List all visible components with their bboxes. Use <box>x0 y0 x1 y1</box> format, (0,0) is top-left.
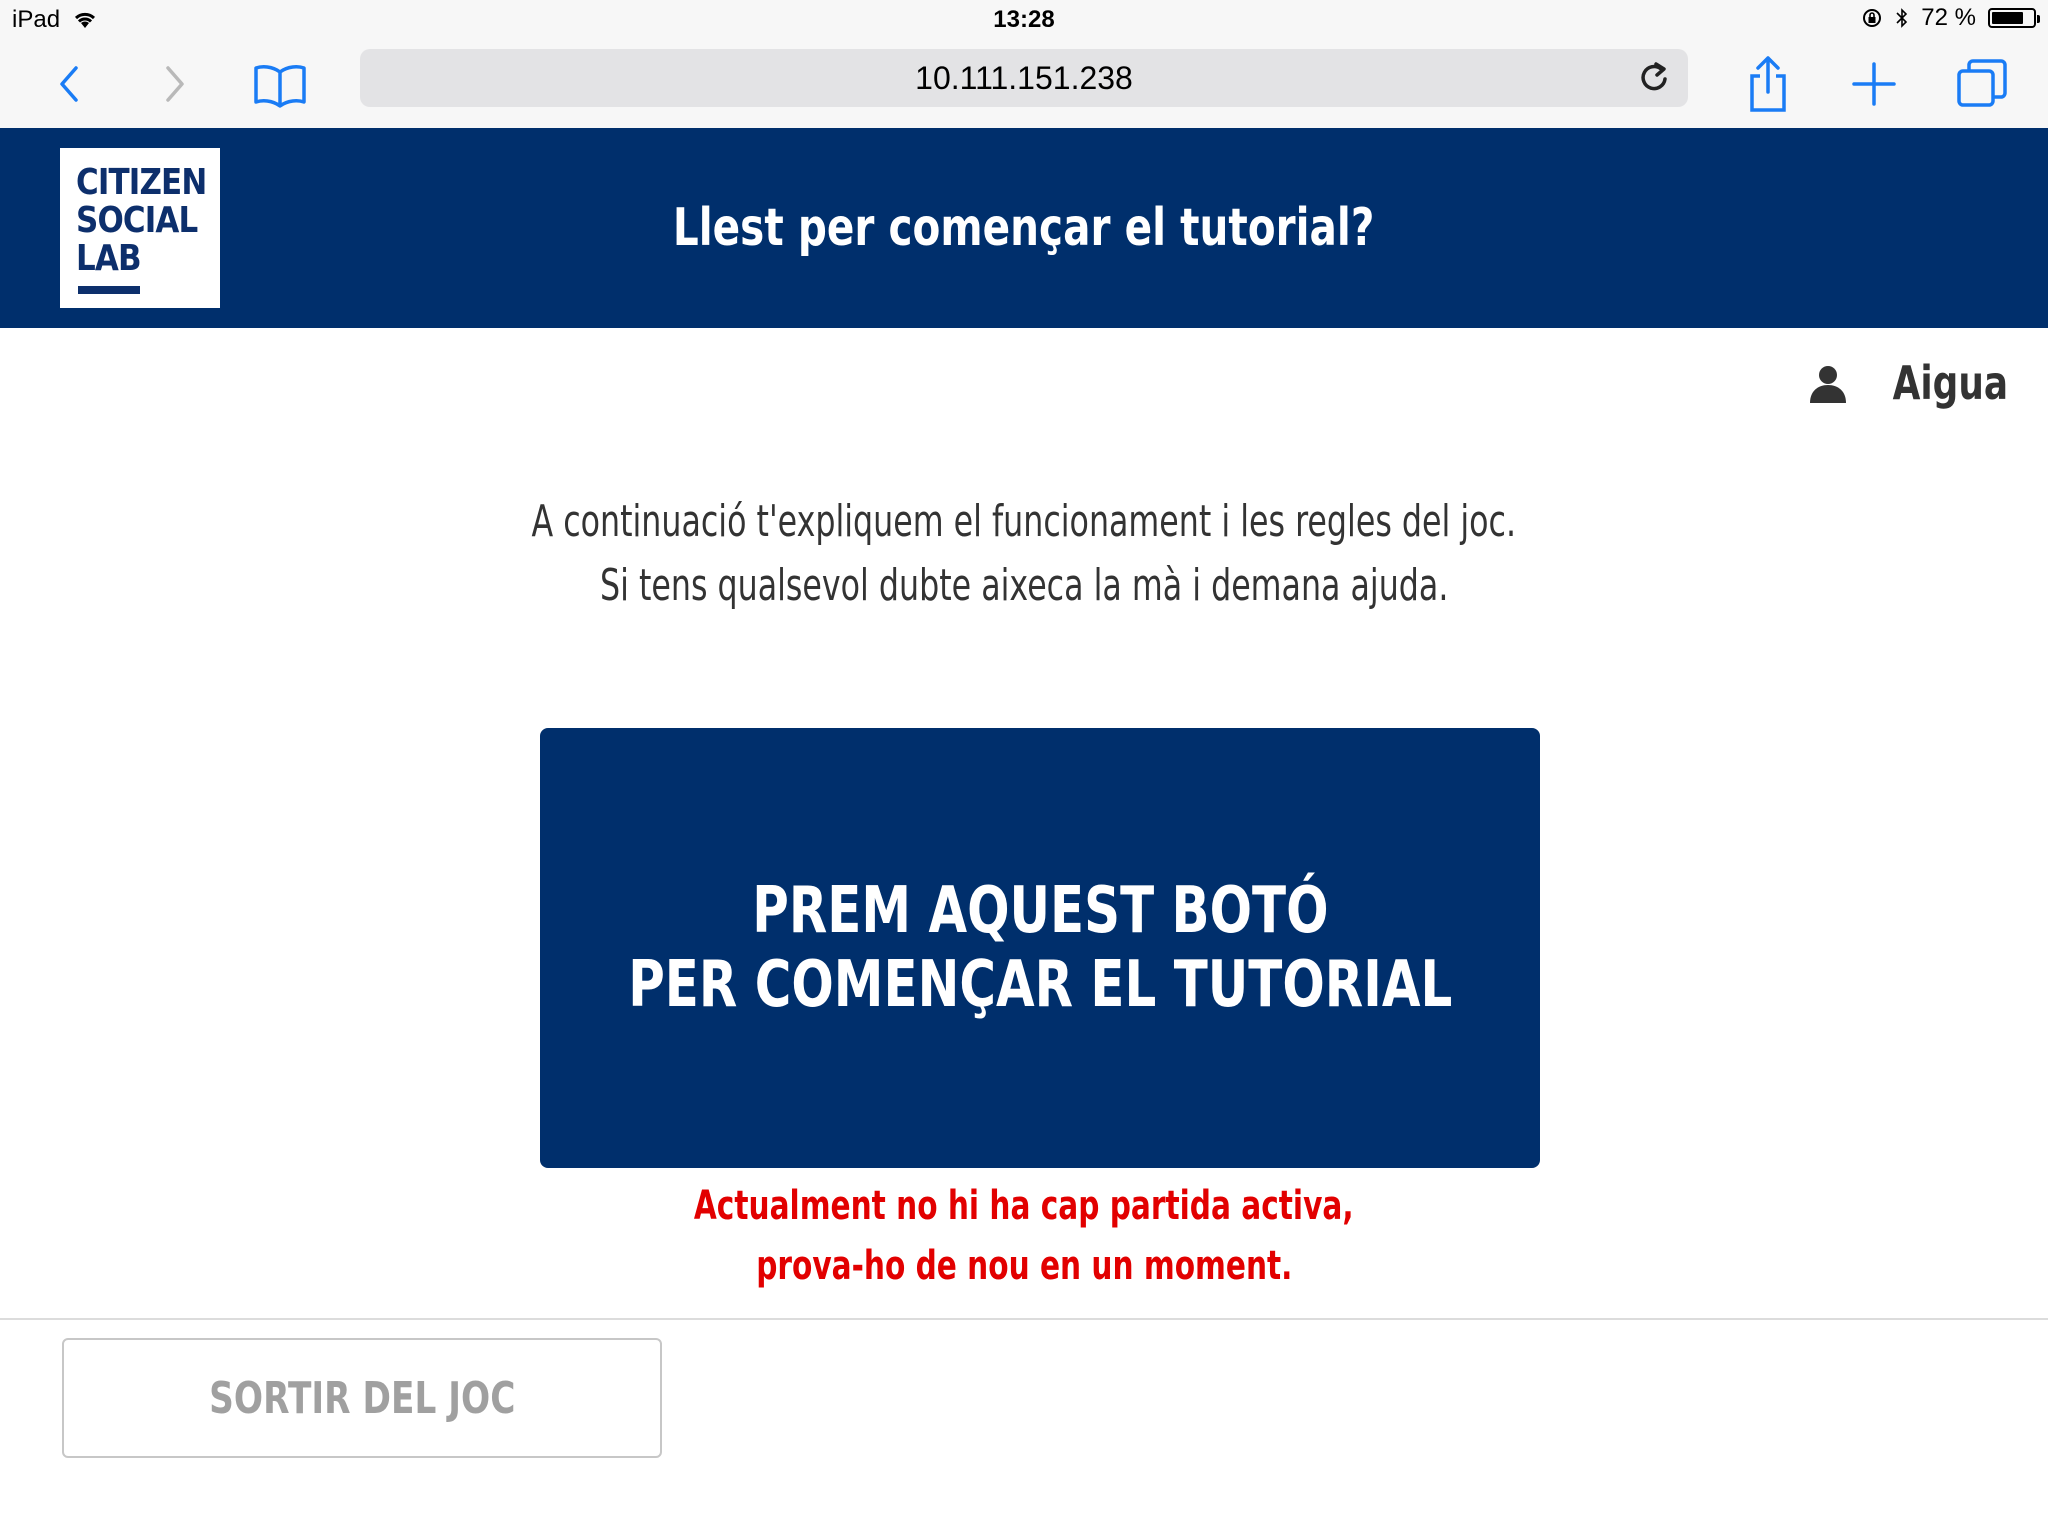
logo-underline <box>78 286 140 294</box>
page-title-text: Llest per començar el tutorial? <box>673 198 1375 258</box>
start-tutorial-button[interactable]: PREM AQUEST BOTÓ PER COMENÇAR EL TUTORIA… <box>540 728 1540 1168</box>
share-icon <box>1750 56 1786 112</box>
bookmarks-icon <box>254 65 306 108</box>
intro-line-2: Si tens qualsevol dubte aixeca la mà i d… <box>599 560 1449 611</box>
exit-game-button[interactable]: SORTIR DEL JOC <box>62 1338 662 1458</box>
address-bar[interactable]: 10.111.151.238 <box>360 49 1688 107</box>
bluetooth-icon <box>1896 8 1908 28</box>
error-line-2: prova-ho de nou en un moment. <box>755 1243 1293 1289</box>
logo-line-1: CITIZEN <box>76 162 207 203</box>
tabs-button[interactable] <box>1950 52 2014 116</box>
start-button-line-2: PER COMENÇAR EL TUTORIAL <box>627 948 1453 1022</box>
url-text: 10.111.151.238 <box>915 59 1133 96</box>
error-message: Actualment no hi ha cap partida activa, … <box>0 1176 2048 1296</box>
new-tab-button[interactable] <box>1842 52 1906 116</box>
intro-text: A continuació t'expliquem el funcionamen… <box>0 490 2048 618</box>
page-header: CITIZEN SOCIAL LAB Llest per començar el… <box>0 128 2048 328</box>
reload-icon[interactable] <box>1634 58 1674 98</box>
footer-divider <box>0 1318 2048 1320</box>
error-line-1: Actualment no hi ha cap partida activa, <box>694 1183 1354 1229</box>
battery-icon <box>1988 8 2040 28</box>
tabs-icon <box>1957 59 2007 107</box>
status-right: 72 % <box>1861 4 2040 32</box>
page-title: Llest per començar el tutorial? <box>0 198 2048 258</box>
orientation-lock-icon <box>1863 9 1882 27</box>
forward-icon <box>166 66 184 102</box>
user-icon <box>1809 366 1846 403</box>
exit-game-label: SORTIR DEL JOC <box>208 1372 516 1424</box>
back-button[interactable] <box>38 52 102 116</box>
browser-toolbar: 10.111.151.238 <box>0 40 2048 128</box>
status-time: 13:28 <box>993 6 1055 33</box>
user-badge: Aigua <box>1808 356 2008 410</box>
user-name: Aigua <box>1892 356 2008 410</box>
status-bar: iPad 13:28 72 % <box>0 0 2048 40</box>
new-tab-icon <box>1852 62 1896 106</box>
intro-line-1: A continuació t'expliquem el funcionamen… <box>531 496 1517 547</box>
share-button[interactable] <box>1736 52 1800 116</box>
back-icon <box>60 66 78 102</box>
battery-percent: 72 % <box>1921 4 1976 31</box>
start-button-line-1: PREM AQUEST BOTÓ <box>751 874 1329 948</box>
bookmarks-button[interactable] <box>248 52 312 116</box>
forward-button[interactable] <box>142 52 206 116</box>
